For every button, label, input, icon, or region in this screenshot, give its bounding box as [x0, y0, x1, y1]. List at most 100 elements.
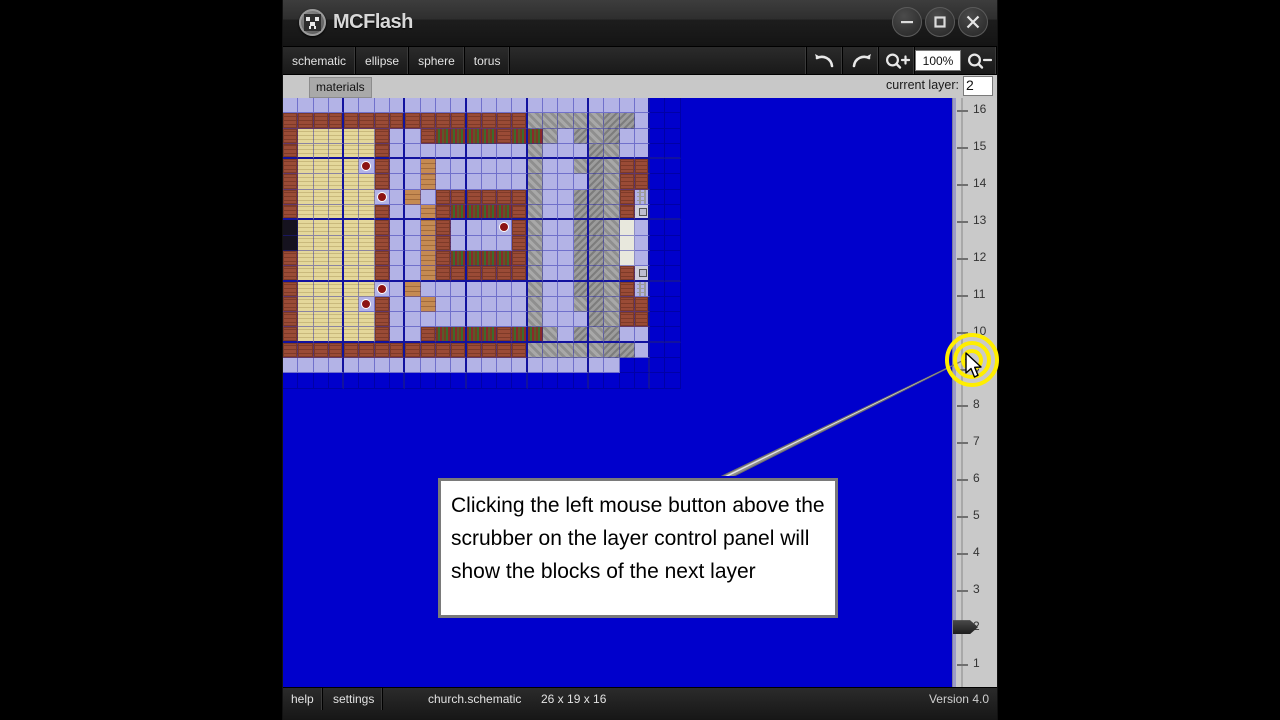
maximize-icon[interactable]: [925, 7, 955, 37]
block-cell[interactable]: [298, 327, 314, 343]
block-cell[interactable]: [390, 281, 406, 297]
settings-button[interactable]: settings: [325, 688, 384, 710]
block-cell[interactable]: [359, 159, 375, 175]
block-cell[interactable]: [512, 373, 528, 389]
block-cell[interactable]: [650, 113, 666, 129]
block-cell[interactable]: [390, 266, 406, 282]
block-cell[interactable]: [451, 189, 467, 206]
block-cell[interactable]: [527, 220, 544, 236]
block-cell[interactable]: [604, 312, 620, 328]
block-cell[interactable]: [451, 281, 467, 297]
block-cell[interactable]: [298, 98, 314, 114]
block-cell[interactable]: [481, 174, 498, 190]
block-cell[interactable]: [527, 281, 544, 297]
block-cell[interactable]: [588, 98, 605, 114]
block-cell[interactable]: [512, 235, 528, 251]
block-cell[interactable]: [405, 143, 421, 160]
block-cell[interactable]: [665, 220, 681, 236]
block-cell[interactable]: [451, 174, 467, 190]
block-cell[interactable]: [558, 98, 574, 114]
block-cell[interactable]: [665, 189, 681, 206]
block-cell[interactable]: [512, 296, 528, 313]
block-cell[interactable]: [497, 281, 513, 297]
block-cell[interactable]: [650, 373, 666, 389]
block-cell[interactable]: [374, 174, 391, 190]
block-cell[interactable]: [634, 113, 651, 129]
block-cell[interactable]: [527, 358, 544, 374]
block-cell[interactable]: [558, 174, 574, 190]
block-cell[interactable]: [543, 250, 559, 267]
block-cell[interactable]: [451, 296, 467, 313]
block-cell[interactable]: [405, 128, 421, 144]
block-cell[interactable]: [543, 358, 559, 374]
block-cell[interactable]: [604, 98, 620, 114]
block-cell[interactable]: [497, 220, 513, 236]
block-cell[interactable]: [283, 189, 299, 206]
block-cell[interactable]: [573, 174, 589, 190]
block-cell[interactable]: [374, 296, 391, 313]
block-cell[interactable]: [650, 220, 666, 236]
block-cell[interactable]: [390, 235, 406, 251]
block-cell[interactable]: [390, 113, 406, 129]
block-cell[interactable]: [298, 128, 314, 144]
block-cell[interactable]: [650, 342, 666, 359]
block-cell[interactable]: [405, 266, 421, 282]
block-cell[interactable]: [328, 312, 345, 328]
block-cell[interactable]: [435, 312, 452, 328]
block-cell[interactable]: [573, 205, 589, 221]
block-cell[interactable]: [619, 281, 635, 297]
block-cell[interactable]: [527, 205, 544, 221]
block-cell[interactable]: [543, 189, 559, 206]
block-cell[interactable]: [527, 296, 544, 313]
block-cell[interactable]: [604, 220, 620, 236]
block-cell[interactable]: [405, 281, 421, 297]
block-cell[interactable]: [451, 113, 467, 129]
block-cell[interactable]: [344, 174, 360, 190]
block-cell[interactable]: [497, 143, 513, 160]
block-cell[interactable]: [420, 250, 436, 267]
block-cell[interactable]: [604, 342, 620, 359]
block-cell[interactable]: [466, 266, 482, 282]
block-cell[interactable]: [298, 342, 314, 359]
materials-button[interactable]: materials: [309, 77, 372, 98]
block-cell[interactable]: [466, 189, 482, 206]
block-cell[interactable]: [634, 250, 651, 267]
block-cell[interactable]: [573, 327, 589, 343]
block-cell[interactable]: [420, 128, 436, 144]
block-cell[interactable]: [313, 342, 329, 359]
block-cell[interactable]: [650, 98, 666, 114]
block-cell[interactable]: [558, 250, 574, 267]
block-cell[interactable]: [420, 143, 436, 160]
block-cell[interactable]: [558, 113, 574, 129]
block-cell[interactable]: [588, 174, 605, 190]
block-cell[interactable]: [588, 128, 605, 144]
block-cell[interactable]: [665, 266, 681, 282]
block-cell[interactable]: [573, 373, 589, 389]
block-cell[interactable]: [451, 143, 467, 160]
block-cell[interactable]: [588, 189, 605, 206]
block-cell[interactable]: [298, 373, 314, 389]
block-cell[interactable]: [344, 189, 360, 206]
block-cell[interactable]: [328, 205, 345, 221]
block-cell[interactable]: [634, 358, 651, 374]
block-cell[interactable]: [481, 327, 498, 343]
block-cell[interactable]: [650, 189, 666, 206]
block-cell[interactable]: [497, 250, 513, 267]
block-cell[interactable]: [543, 205, 559, 221]
block-cell[interactable]: [543, 220, 559, 236]
block-cell[interactable]: [374, 113, 391, 129]
block-cell[interactable]: [435, 220, 452, 236]
block-cell[interactable]: [344, 235, 360, 251]
block-cell[interactable]: [512, 312, 528, 328]
block-cell[interactable]: [619, 342, 635, 359]
block-cell[interactable]: [405, 159, 421, 175]
block-cell[interactable]: [374, 98, 391, 114]
block-cell[interactable]: [481, 159, 498, 175]
block-cell[interactable]: [558, 220, 574, 236]
block-cell[interactable]: [543, 174, 559, 190]
block-cell[interactable]: [435, 159, 452, 175]
block-cell[interactable]: [619, 358, 635, 374]
block-cell[interactable]: [466, 143, 482, 160]
block-cell[interactable]: [359, 266, 375, 282]
block-cell[interactable]: [451, 266, 467, 282]
